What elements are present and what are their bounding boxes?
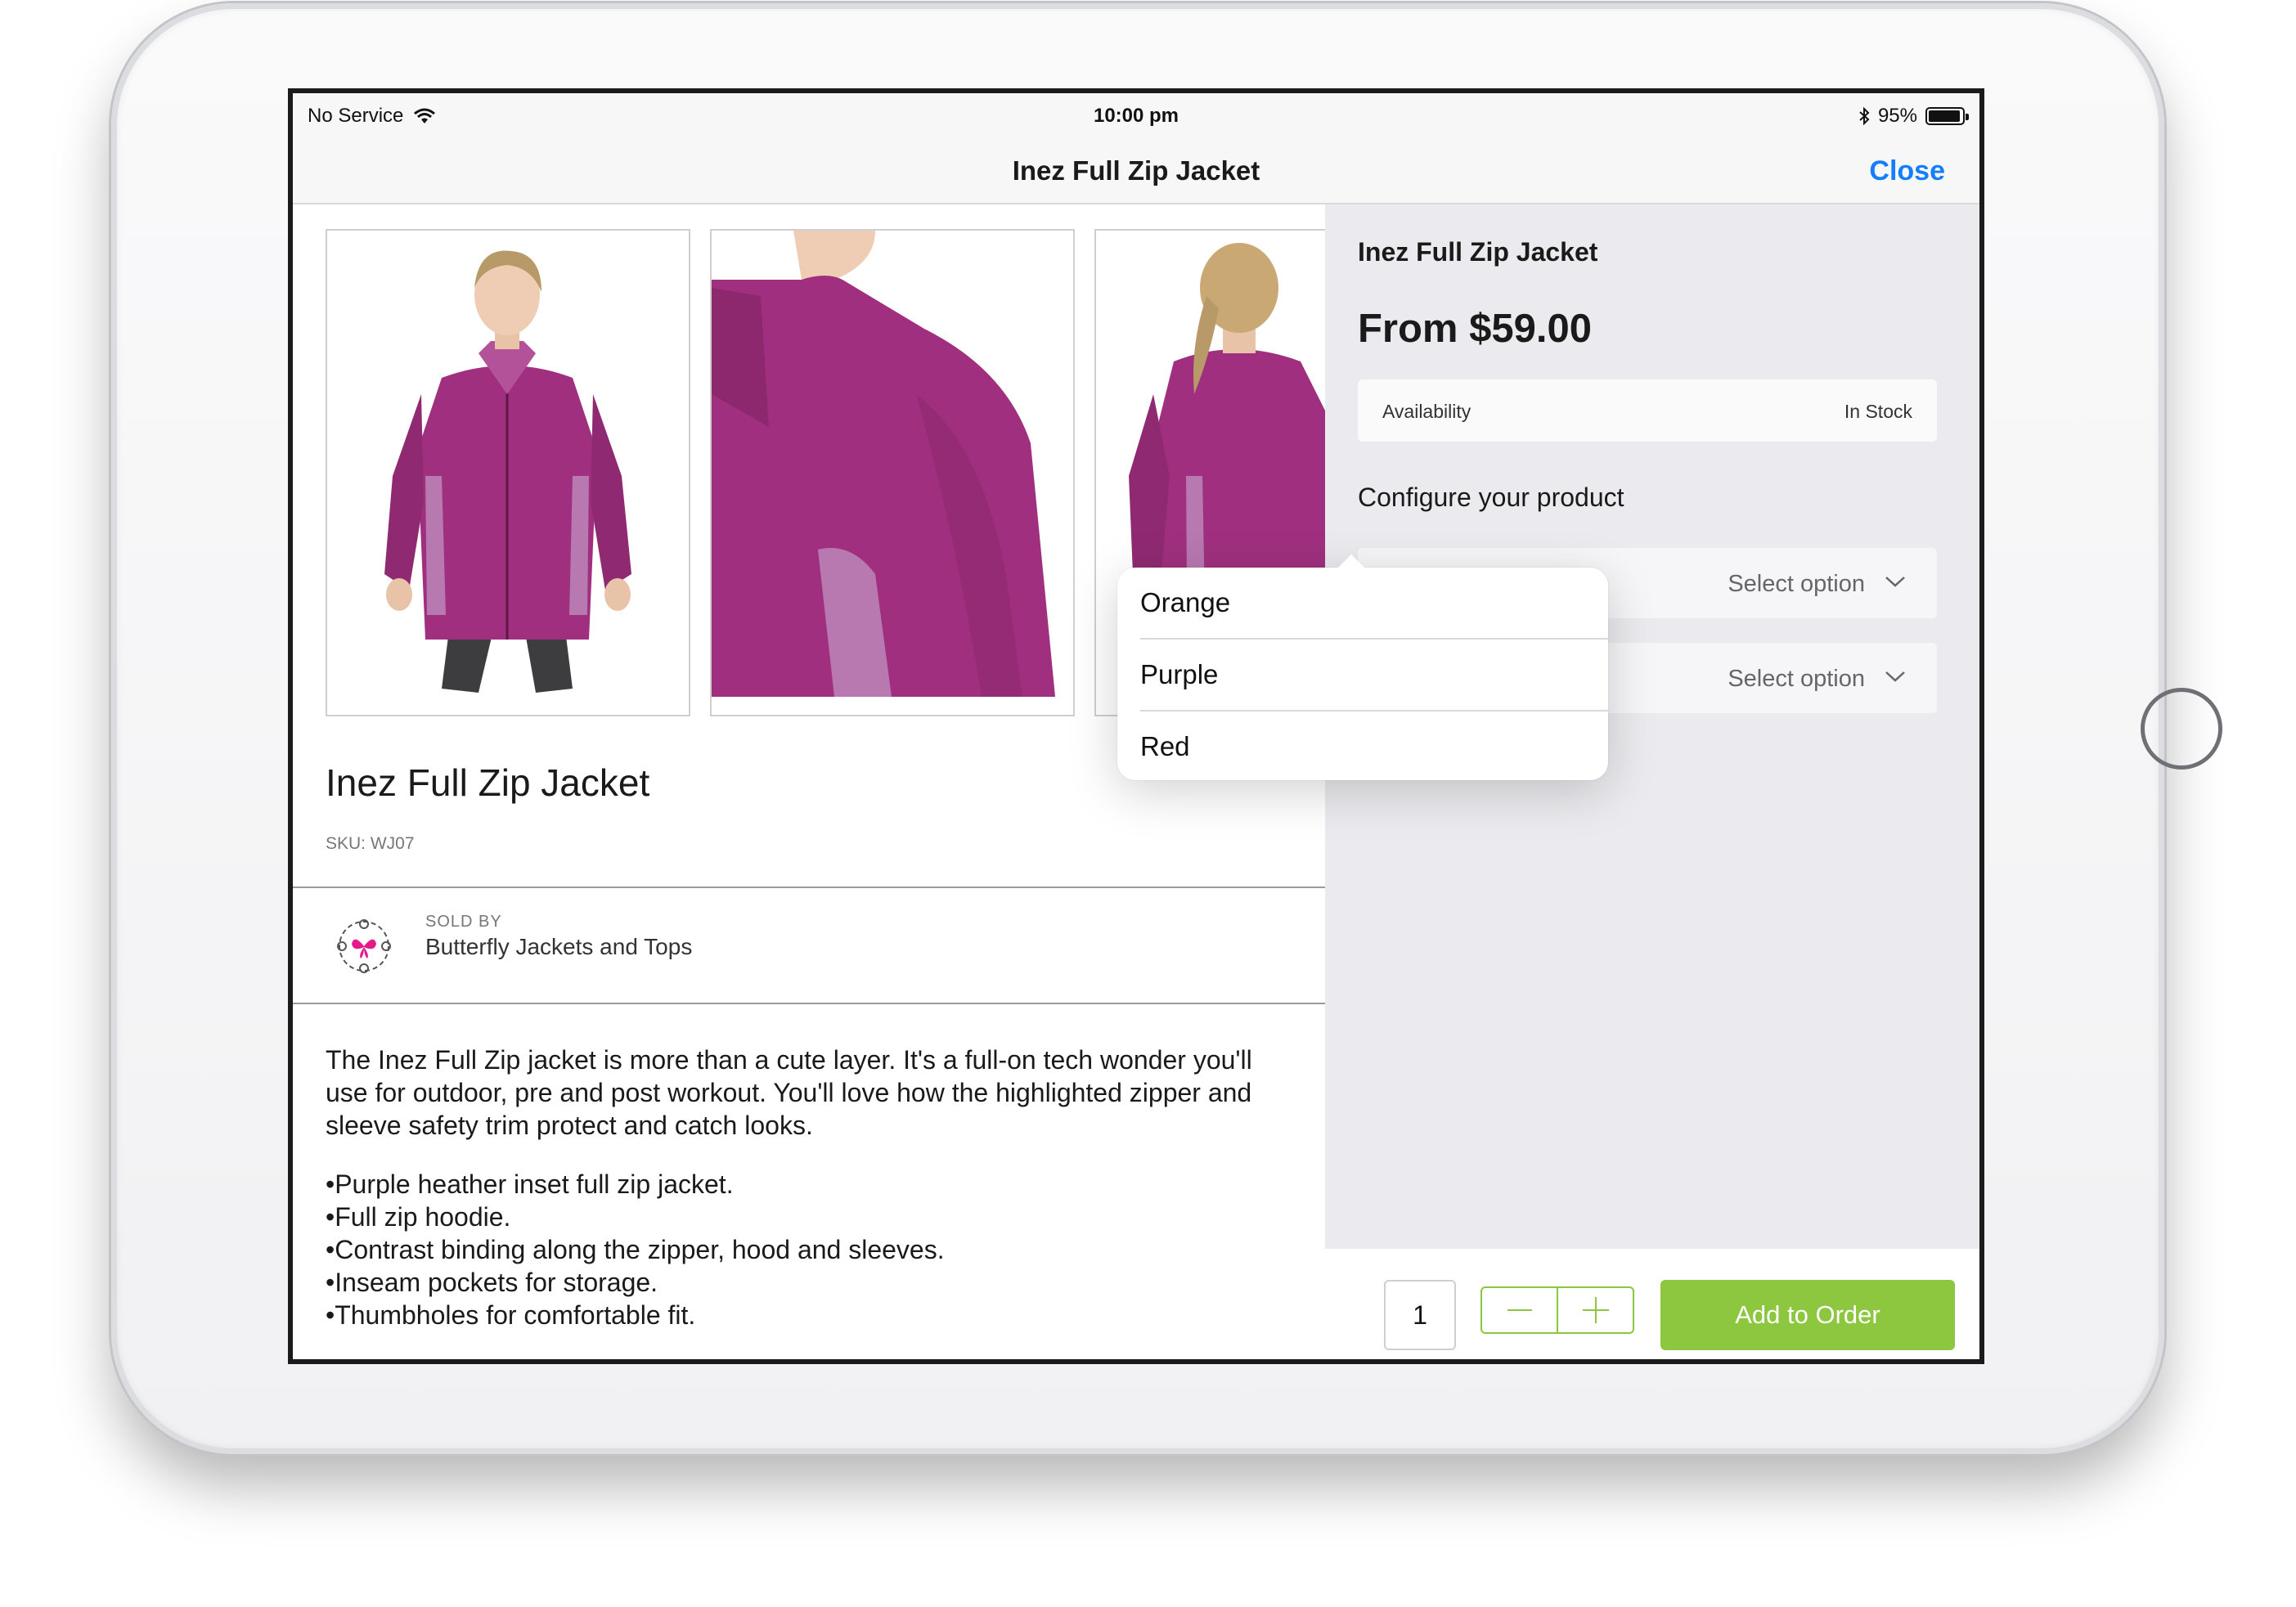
configure-heading: Configure your product [1358, 483, 1624, 512]
option-red[interactable]: Red [1117, 711, 1608, 782]
quantity-stepper[interactable] [1480, 1286, 1634, 1334]
decrement-button[interactable] [1482, 1288, 1558, 1332]
sold-by-label: SOLD BY [425, 913, 502, 931]
nav-title: Inez Full Zip Jacket [1012, 155, 1260, 186]
product-sku: SKU: WJ07 [326, 834, 415, 853]
feature-item: Contrast binding along the zipper, hood … [326, 1233, 1299, 1266]
select-placeholder: Select option [1728, 571, 1865, 597]
product-description: The Inez Full Zip jacket is more than a … [326, 1045, 1252, 1140]
availability-value: In Stock [1844, 401, 1912, 422]
product-image-front[interactable] [326, 229, 690, 716]
navigation-bar: Inez Full Zip Jacket Close [293, 139, 1979, 204]
select-placeholder: Select option [1728, 666, 1865, 692]
close-button[interactable]: Close [1869, 155, 1945, 187]
product-details-pane: Inez Full Zip Jacket SKU: WJ07 SOLD BY B… [293, 204, 1325, 1359]
minus-icon [1507, 1309, 1532, 1311]
status-bar: No Service 10:00 pm 95% [293, 93, 1979, 139]
color-options-popover: Orange Purple Red [1117, 554, 1608, 782]
screen: No Service 10:00 pm 95% Inez Full Zip Ja… [288, 88, 1984, 1364]
add-to-order-button[interactable]: Add to Order [1660, 1280, 1955, 1350]
chevron-down-icon [1885, 577, 1905, 587]
divider [293, 887, 1325, 888]
config-product-title: Inez Full Zip Jacket [1358, 237, 1598, 267]
option-purple[interactable]: Purple [1117, 640, 1608, 710]
clock: 10:00 pm [1093, 105, 1179, 127]
feature-item: Full zip hoodie. [326, 1201, 1299, 1233]
feature-item: Inseam pockets for storage. [326, 1266, 1299, 1299]
seller-logo-icon [337, 919, 391, 973]
feature-list: Purple heather inset full zip jacket. Fu… [326, 1168, 1299, 1331]
product-name: Inez Full Zip Jacket [326, 761, 650, 804]
home-button[interactable] [2141, 688, 2222, 770]
increment-button[interactable] [1558, 1288, 1633, 1332]
chevron-down-icon [1885, 671, 1905, 682]
battery-icon [1925, 107, 1969, 125]
bluetooth-icon [1859, 107, 1870, 125]
feature-item: Thumbholes for comfortable fit. [326, 1299, 1299, 1331]
order-action-bar: 1 Add to Order [1325, 1249, 1979, 1359]
feature-item: Purple heather inset full zip jacket. [326, 1168, 1299, 1201]
option-orange[interactable]: Orange [1117, 568, 1608, 638]
plus-icon [1582, 1297, 1609, 1323]
quantity-field[interactable]: 1 [1384, 1280, 1456, 1350]
product-image-shoulder[interactable] [710, 229, 1075, 716]
availability-row: Availability In Stock [1358, 379, 1937, 442]
battery-percent: 95% [1877, 105, 1917, 127]
battery-level [1929, 110, 1960, 122]
availability-label: Availability [1382, 401, 1472, 422]
seller-name[interactable]: Butterfly Jackets and Tops [425, 934, 692, 960]
product-price: From $59.00 [1358, 307, 1592, 351]
divider [293, 1003, 1325, 1004]
